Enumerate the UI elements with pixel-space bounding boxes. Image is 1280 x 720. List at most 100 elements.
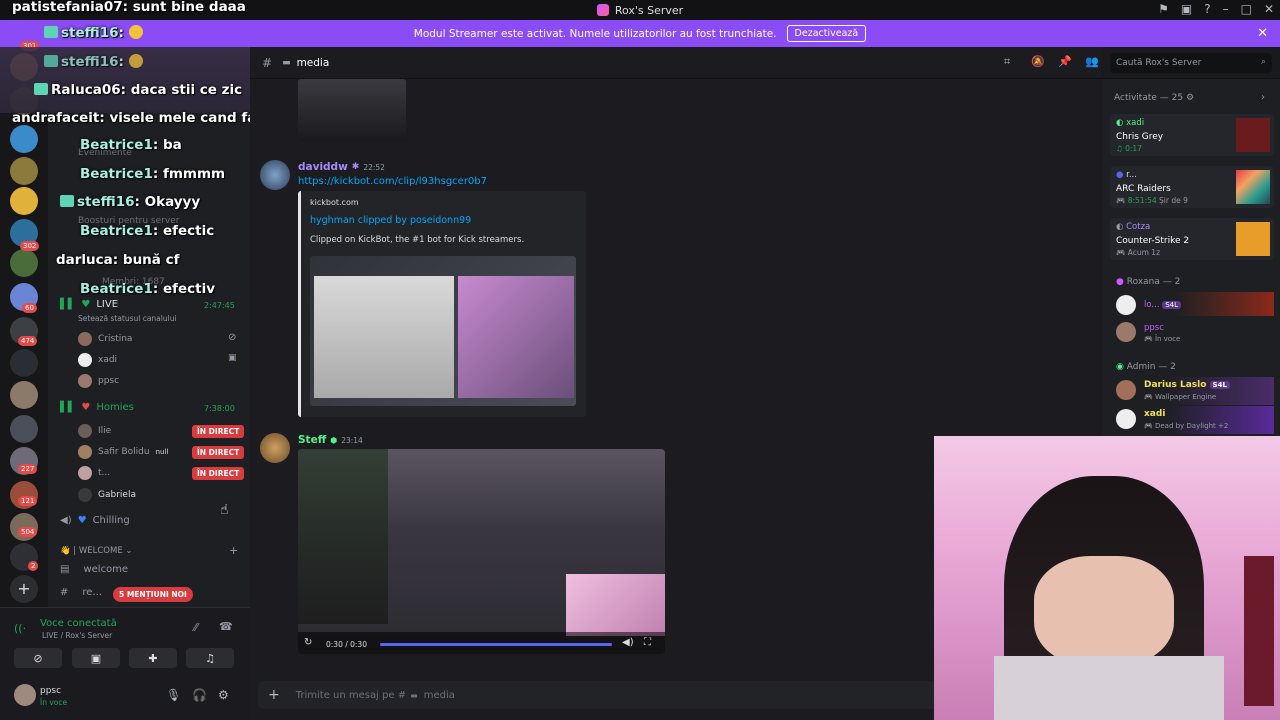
voice-member[interactable]: Gabriela — [78, 488, 136, 502]
maximize-button[interactable]: □ — [1241, 2, 1252, 16]
channel-welcome[interactable]: ▤ welcome — [60, 564, 128, 575]
message-header: daviddw ✱ 22:52 — [298, 161, 385, 173]
message-link[interactable]: https://kickbot.com/clip/l93hsgcer0b7 — [298, 176, 487, 187]
pin-icon[interactable]: 📌 — [1058, 55, 1072, 68]
volume-icon[interactable]: ◀) — [622, 637, 634, 648]
voice-member[interactable]: ppsc — [78, 374, 119, 388]
embed-thumbnail[interactable] — [310, 256, 576, 406]
voice-member[interactable]: Cristina — [78, 332, 132, 346]
replay-icon[interactable]: ↻ — [304, 637, 312, 648]
disable-streamer-button[interactable]: Dezactivează — [786, 25, 867, 42]
emoji-icon — [128, 25, 143, 39]
gear-icon[interactable]: ⚙ — [1186, 93, 1194, 103]
attachment-image[interactable] — [298, 79, 406, 141]
avatar[interactable] — [260, 433, 290, 463]
member-name: lo... S4L — [1144, 300, 1182, 310]
activity-sub: 🎮 8:51:54 Șir de 9 — [1116, 196, 1188, 205]
noise-suppression-icon[interactable]: ⁄⁄ — [194, 621, 198, 634]
heart-icon: ♥ — [77, 515, 87, 526]
activity-title: Chris Grey — [1116, 132, 1164, 142]
video-progress-fill — [380, 643, 612, 646]
server-icon[interactable] — [10, 125, 38, 153]
voice-member[interactable]: Safir Bolidu null — [78, 445, 168, 459]
close-window-button[interactable]: ✕ — [1264, 2, 1274, 16]
signal-icon: ((· — [14, 622, 27, 635]
channel-rules[interactable]: # re... — [60, 587, 102, 598]
member-tag: S4L — [1162, 301, 1182, 309]
voice-member[interactable]: xadi — [78, 353, 117, 367]
voice-channel-live[interactable]: ▌▌ ♥ LIVE — [60, 299, 118, 310]
chat-author: Beatrice1 — [80, 281, 153, 297]
microphone-icon[interactable]: 🎙 — [166, 688, 181, 702]
server-icon[interactable] — [10, 349, 38, 377]
streamer-mode-banner: Modul Streamer este activat. Numele util… — [0, 20, 1280, 47]
message-author[interactable]: daviddw — [298, 161, 348, 173]
screen-icon[interactable]: ▣ — [1181, 2, 1192, 16]
channel-status-prompt[interactable]: Setează statusul canalului — [78, 314, 177, 323]
voice-channel-chilling[interactable]: ◀) ♥ Chilling — [60, 515, 130, 526]
new-mentions-pill[interactable]: 5 MENȚIUNI NOI — [113, 587, 193, 602]
chat-author: darluca — [56, 252, 113, 268]
inbox-icon[interactable]: ⚑ — [1158, 2, 1169, 16]
soundboard-button[interactable]: ♫ — [186, 648, 234, 668]
member-status-text: Wallpaper Engine — [1154, 393, 1217, 401]
screen-share-button[interactable]: ▣ — [72, 648, 120, 668]
category-welcome[interactable]: 👋 | WELCOME ⌄ — [60, 546, 133, 556]
add-channel-icon[interactable]: + — [229, 544, 238, 557]
notifications-icon[interactable]: 🔕 — [1031, 55, 1045, 68]
overlay-chat-line: steffi16: Okayyy — [60, 194, 200, 210]
avatar[interactable] — [260, 160, 290, 190]
chat-author: Raluca06 — [51, 82, 121, 98]
chat-author: patistefania07 — [12, 0, 123, 15]
threads-icon[interactable]: ⌗ — [1004, 55, 1010, 69]
voice-channel-homies[interactable]: ▌▌ ♥ Homies — [60, 402, 134, 413]
search-icon: ⌕ — [1260, 57, 1266, 67]
server-icon[interactable] — [10, 249, 38, 277]
voice-connected-subtitle[interactable]: LIVE / Rox's Server — [42, 631, 112, 640]
voice-member-name: Ilie — [98, 426, 112, 436]
server-icon[interactable] — [10, 157, 38, 185]
server-icon[interactable] — [10, 381, 38, 409]
embed-title[interactable]: hyghman clipped by poseidonn99 — [310, 215, 471, 226]
voice-member[interactable]: Ilie — [78, 424, 111, 438]
heart-icon: ♥ — [81, 402, 91, 413]
voice-member[interactable]: t... — [78, 466, 110, 480]
mention-badge: 302 — [20, 241, 40, 251]
speaker-icon: ▌▌ — [60, 299, 76, 310]
banner-text: Modul Streamer este activat. Numele util… — [413, 27, 777, 40]
speaker-icon: ◀) — [60, 515, 72, 526]
fullscreen-icon[interactable]: ⛶ — [644, 637, 651, 648]
close-banner-icon[interactable]: ✕ — [1257, 26, 1268, 41]
headphones-icon[interactable]: 🎧 — [192, 688, 207, 702]
mention-badge: 504 — [18, 527, 38, 537]
embed-description: Clipped on KickBot, the #1 bot for Kick … — [310, 235, 525, 245]
disconnect-icon[interactable]: ☎ — [219, 620, 233, 633]
channel-name: media — [296, 56, 330, 69]
server-icon[interactable] — [10, 415, 38, 443]
video-attachment[interactable]: ↻ 0:30 / 0:30 ◀) ⛶ — [298, 449, 665, 654]
help-icon[interactable]: ? — [1204, 2, 1210, 16]
webcam-light — [1244, 556, 1274, 706]
chat-author: Beatrice1 — [80, 166, 153, 182]
camera-off-button[interactable]: ⊘ — [14, 648, 62, 668]
role-icon: ⬢ — [330, 435, 338, 445]
message-composer[interactable]: + Trimite un mesaj pe # ▬ media — [258, 681, 938, 709]
chevron-right-icon[interactable]: › — [1261, 92, 1265, 103]
mention-badge: 121 — [18, 496, 38, 506]
activity-user: ● r... — [1116, 170, 1137, 180]
message-author[interactable]: Steff — [298, 434, 326, 446]
video-progress-track[interactable] — [380, 643, 612, 646]
member-name[interactable]: ppsc — [1144, 323, 1164, 333]
search-input[interactable]: Caută Rox's Server ⌕ — [1110, 53, 1272, 73]
add-server-icon[interactable]: + — [10, 575, 38, 603]
user-icon: ◐ — [1116, 118, 1124, 128]
server-icon[interactable] — [10, 187, 38, 215]
activity-user: ◐ xadi — [1116, 118, 1144, 128]
activities-button[interactable]: ✚ — [129, 648, 177, 668]
member-list-icon[interactable]: 👥 — [1085, 55, 1099, 68]
add-attachment-icon[interactable]: + — [268, 687, 280, 703]
settings-icon[interactable]: ⚙ — [218, 688, 229, 702]
avatar[interactable] — [1116, 322, 1136, 342]
minimize-button[interactable]: – — [1223, 2, 1229, 16]
avatar[interactable] — [14, 684, 36, 706]
